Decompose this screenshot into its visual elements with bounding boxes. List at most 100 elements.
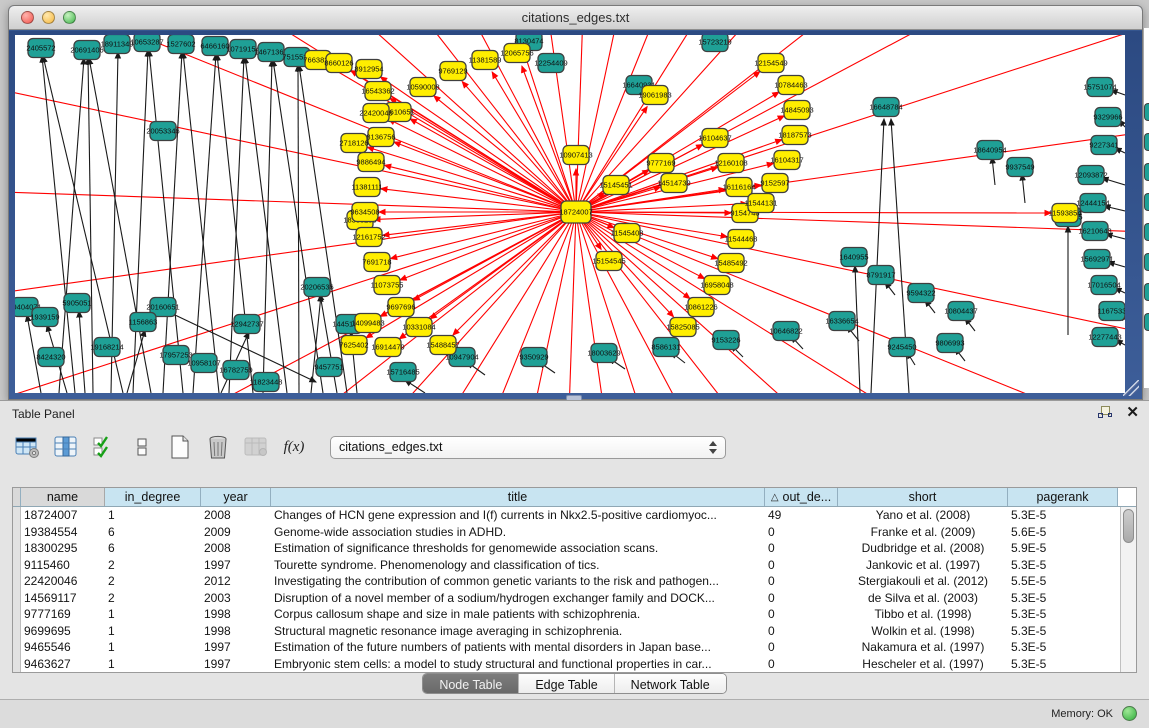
network-node[interactable]: 18187573 xyxy=(778,126,811,145)
network-edge[interactable] xyxy=(311,295,321,393)
table-row[interactable]: 969969511998Structural magnetic resonanc… xyxy=(13,623,1120,640)
cell-short[interactable]: Stergiakouli et al. (2012) xyxy=(838,573,1008,590)
network-edge[interactable] xyxy=(391,212,576,259)
network-node[interactable]: 14099483 xyxy=(351,314,384,333)
network-node[interactable]: 11544468 xyxy=(725,230,758,249)
table-row[interactable]: 1872400712008Changes of HCN gene express… xyxy=(13,507,1120,524)
network-node[interactable]: 9806993 xyxy=(935,334,964,353)
network-view-window[interactable]: citations_edges.txt 24055722069140618911… xyxy=(8,5,1143,400)
network-node[interactable]: 11073755 xyxy=(371,276,404,295)
network-node[interactable]: 12065756 xyxy=(500,44,533,63)
cell-outde[interactable]: 0 xyxy=(765,623,838,640)
column-header-outde[interactable]: △out_de... xyxy=(765,488,838,506)
delete-table-icon[interactable] xyxy=(204,434,232,460)
cell-pagerank[interactable]: 5.3E-5 xyxy=(1008,656,1118,673)
cell-outde[interactable]: 49 xyxy=(765,507,838,524)
cell-title[interactable]: Tourette syndrome. Phenomenology and cla… xyxy=(271,557,765,574)
network-node[interactable]: 10646822 xyxy=(769,322,802,341)
cell-outde[interactable]: 0 xyxy=(765,557,838,574)
network-node[interactable]: 17016504 xyxy=(1087,276,1120,295)
network-edge[interactable] xyxy=(366,212,576,338)
cell-title[interactable]: Corpus callosum shape and size in male p… xyxy=(271,606,765,623)
network-node[interactable]: 12942737 xyxy=(230,315,263,334)
cell-pagerank[interactable]: 5.3E-5 xyxy=(1008,639,1118,656)
cell-indegree[interactable]: 1 xyxy=(105,623,201,640)
show-column-icon[interactable] xyxy=(52,434,80,460)
network-node[interactable]: 16543362 xyxy=(361,82,394,101)
cell-indegree[interactable]: 1 xyxy=(105,656,201,673)
network-canvas[interactable]: 2405572206914061891134910653287152760264… xyxy=(15,35,1125,393)
column-header-short[interactable]: short xyxy=(838,488,1008,506)
cell-short[interactable]: Franke et al. (2009) xyxy=(838,524,1008,541)
network-node[interactable]: 9153226 xyxy=(711,331,740,350)
network-node[interactable]: 9594322 xyxy=(906,284,935,303)
cell-name[interactable]: 18724007 xyxy=(21,507,105,524)
cell-title[interactable]: Changes of HCN gene expression and I(f) … xyxy=(271,507,765,524)
network-node[interactable]: 16336654 xyxy=(825,312,858,331)
network-node[interactable]: 10907413 xyxy=(559,146,592,165)
scrollbar-thumb[interactable] xyxy=(1123,509,1134,543)
network-node[interactable]: 15751074 xyxy=(1083,78,1116,97)
cell-title[interactable]: Disruption of a novel member of a sodium… xyxy=(271,590,765,607)
network-node[interactable]: 16104317 xyxy=(770,151,803,170)
minimize-window-button[interactable] xyxy=(42,11,55,24)
cell-year[interactable]: 1997 xyxy=(201,639,271,656)
cell-indegree[interactable]: 1 xyxy=(105,606,201,623)
cell-name[interactable]: 9465546 xyxy=(21,639,105,656)
column-header-title[interactable]: title xyxy=(271,488,765,506)
network-node[interactable]: 9152597 xyxy=(760,174,789,193)
zoom-window-button[interactable] xyxy=(63,11,76,24)
tab-network-table[interactable]: Network Table xyxy=(615,674,726,693)
cell-title[interactable]: Embryonic stem cells: a model to study s… xyxy=(271,656,765,673)
cell-indegree[interactable]: 2 xyxy=(105,590,201,607)
network-node[interactable]: 14514739 xyxy=(657,174,690,193)
cell-outde[interactable]: 0 xyxy=(765,639,838,656)
cell-outde[interactable]: 0 xyxy=(765,656,838,673)
cell-short[interactable]: de Silva et al. (2003) xyxy=(838,590,1008,607)
network-node[interactable]: 9457751 xyxy=(314,358,343,377)
network-node[interactable]: 8424320 xyxy=(36,348,65,367)
network-node[interactable]: 1527602 xyxy=(166,35,195,54)
cell-year[interactable]: 2008 xyxy=(201,507,271,524)
cell-outde[interactable]: 0 xyxy=(765,540,838,557)
network-node[interactable]: 20691406 xyxy=(70,41,103,60)
table-row[interactable]: 911546021997Tourette syndrome. Phenomeno… xyxy=(13,557,1120,574)
cell-title[interactable]: Estimation of significance thresholds fo… xyxy=(271,540,765,557)
cell-indegree[interactable]: 2 xyxy=(105,573,201,590)
network-edge[interactable] xyxy=(453,212,576,335)
cell-indegree[interactable]: 6 xyxy=(105,540,201,557)
network-edge[interactable] xyxy=(462,82,576,212)
network-node[interactable]: 11381589 xyxy=(469,51,502,70)
network-edge[interactable] xyxy=(390,98,576,212)
cell-pagerank[interactable]: 5.3E-5 xyxy=(1008,590,1118,607)
cell-name[interactable]: 9699695 xyxy=(21,623,105,640)
network-edge[interactable] xyxy=(855,266,860,393)
cell-short[interactable]: Hescheler et al. (1997) xyxy=(838,656,1008,673)
float-panel-icon[interactable] xyxy=(1098,406,1112,420)
cell-year[interactable]: 2003 xyxy=(201,590,271,607)
cell-name[interactable]: 9463627 xyxy=(21,656,105,673)
network-node[interactable]: 12093872 xyxy=(1074,166,1107,185)
network-node[interactable]: 8660126 xyxy=(324,54,353,73)
network-node[interactable]: 9634508 xyxy=(350,203,379,222)
network-node[interactable]: 5905051 xyxy=(62,294,91,313)
network-node[interactable]: 15485492 xyxy=(714,254,747,273)
network-node[interactable]: 9350929 xyxy=(519,348,548,367)
network-node[interactable]: 11545408 xyxy=(611,224,644,243)
cell-year[interactable]: 2009 xyxy=(201,524,271,541)
network-node[interactable]: 10804437 xyxy=(944,302,977,321)
memory-status-led[interactable] xyxy=(1122,706,1137,721)
new-table-icon[interactable] xyxy=(166,434,194,460)
network-node[interactable]: 10653287 xyxy=(130,35,163,52)
cell-pagerank[interactable]: 5.5E-5 xyxy=(1008,573,1118,590)
network-node[interactable]: 1167533 xyxy=(1098,302,1125,321)
cell-year[interactable]: 2012 xyxy=(201,573,271,590)
network-node[interactable]: 10331084 xyxy=(402,318,435,337)
cell-pagerank[interactable]: 5.3E-5 xyxy=(1008,606,1118,623)
table-row[interactable]: 977716911998Corpus callosum shape and si… xyxy=(13,606,1120,623)
network-node[interactable]: 9329966 xyxy=(1093,108,1122,127)
network-node[interactable]: 19168214 xyxy=(90,338,123,357)
network-edge[interactable] xyxy=(871,119,884,393)
cell-indegree[interactable]: 1 xyxy=(105,507,201,524)
network-edge[interactable] xyxy=(992,157,995,185)
